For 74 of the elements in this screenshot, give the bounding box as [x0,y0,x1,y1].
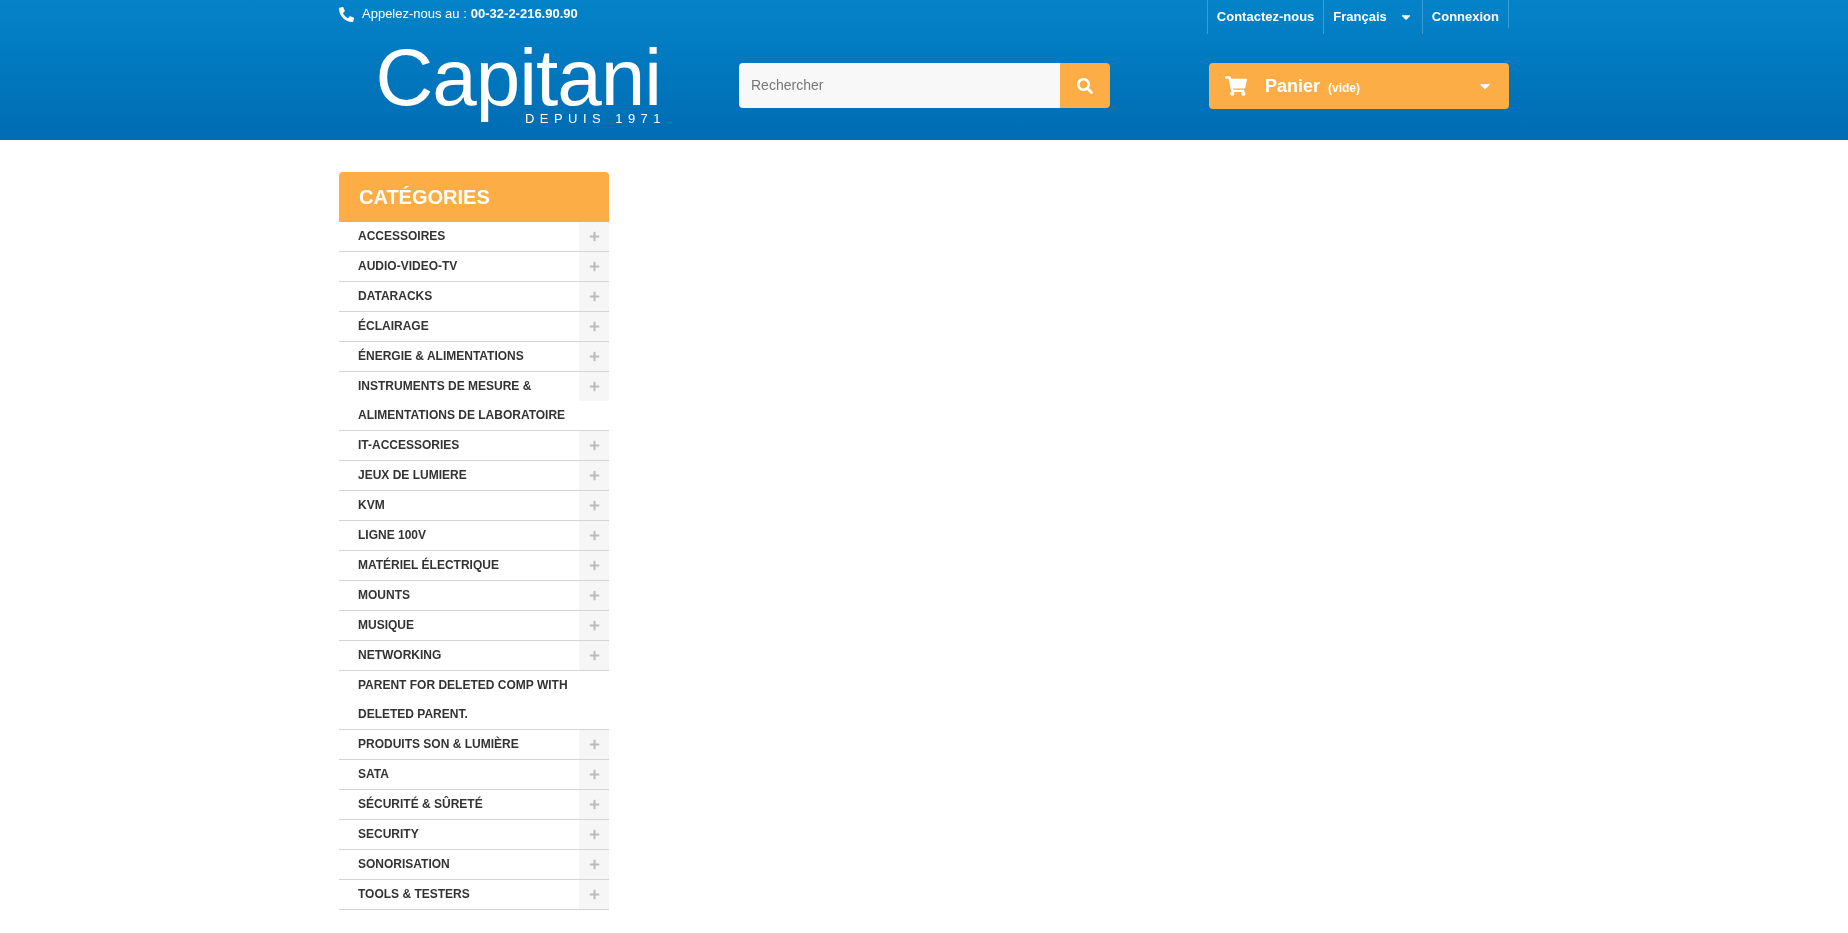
plus-icon [588,500,600,511]
cart-status: (vide) [1328,79,1361,97]
phone-number: 00-32-2-216.90.90 [470,5,578,24]
plus-icon [588,590,600,601]
plus-icon [588,321,600,332]
plus-icon [588,620,600,631]
category-link[interactable]: SATA [339,760,579,789]
plus-icon [588,889,600,900]
expand-button[interactable] [579,850,609,879]
plus-icon [588,470,600,481]
expand-button[interactable] [579,581,609,610]
plus-icon [588,291,600,302]
expand-button[interactable] [579,790,609,819]
search-field[interactable]: Rechercher [739,63,1060,108]
plus-icon [588,560,600,571]
category-link[interactable]: ÉCLAIRAGE [339,312,579,341]
category-link[interactable]: MOUNTS [339,581,579,610]
expand-button[interactable] [579,312,609,341]
phone-label: Appelez-nous au : [362,5,467,24]
plus-icon [588,440,600,451]
category-link[interactable]: ÉNERGIE & ALIMENTATIONS [339,342,579,371]
plus-icon [588,739,600,750]
plus-icon [588,231,600,242]
category-link[interactable]: DATARACKS [339,282,579,311]
phone-icon [339,6,354,22]
category-link[interactable]: PRODUITS SON & LUMIÈRE [339,730,579,759]
expand-button[interactable] [579,461,609,490]
category-link[interactable]: PARENT FOR DELETED COMP WITH DELETED PARENT. [339,671,609,729]
cart-label: Panier [1265,74,1321,98]
expand-button[interactable] [579,521,609,550]
plus-icon [588,381,600,392]
category-link[interactable]: SÉCURITÉ & SÛRETÉ [339,790,579,819]
header-link[interactable]: Connexion [1421,0,1508,34]
category-link[interactable]: SECURITY [339,820,579,849]
plus-icon [588,261,600,272]
category-link[interactable]: JEUX DE LUMIERE [339,461,579,490]
header-link[interactable]: Contactez-nous [1206,0,1324,34]
plus-icon [588,799,600,810]
expand-button[interactable] [579,372,609,401]
category-link[interactable]: NETWORKING [339,641,579,670]
expand-button[interactable] [579,282,609,311]
category-link[interactable]: IT-ACCESSORIES [339,431,579,460]
plus-icon [588,859,600,870]
expand-button[interactable] [579,611,609,640]
plus-icon [588,351,600,362]
expand-button[interactable] [579,730,609,759]
expand-button[interactable] [579,342,609,371]
category-link[interactable]: INSTRUMENTS DE MESURE & ALIMENTATIONS DE LABORATOIRE [339,372,579,430]
cart-icon [1225,75,1247,97]
expand-button[interactable] [579,820,609,849]
category-link[interactable]: TOOLS & TESTERS [339,880,579,909]
expand-button[interactable] [579,760,609,789]
category-link[interactable]: MUSIQUE [339,611,579,640]
category-link[interactable]: SONORISATION [339,850,579,879]
plus-icon [588,650,600,661]
expand-button[interactable] [579,880,609,909]
language-dropdown[interactable]: Français [1323,0,1422,34]
category-link[interactable]: LIGNE 100V [339,521,579,550]
categories-heading: CATÉGORIES [339,172,609,222]
expand-button[interactable] [579,431,609,460]
category-link[interactable]: MATÉRIEL ÉLECTRIQUE [339,551,579,580]
category-link[interactable]: AUDIO-VIDEO-TV [339,252,579,281]
expand-button[interactable] [579,222,609,251]
search-icon [1077,77,1093,94]
expand-button[interactable] [579,252,609,281]
expand-button[interactable] [579,641,609,670]
search-button[interactable] [1060,63,1110,108]
expand-button[interactable] [579,551,609,580]
expand-button[interactable] [579,491,609,520]
plus-icon [588,829,600,840]
plus-icon [588,769,600,780]
category-link[interactable]: KVM [339,491,579,520]
plus-icon [588,530,600,541]
category-link[interactable]: ACCESSOIRES [339,222,579,251]
